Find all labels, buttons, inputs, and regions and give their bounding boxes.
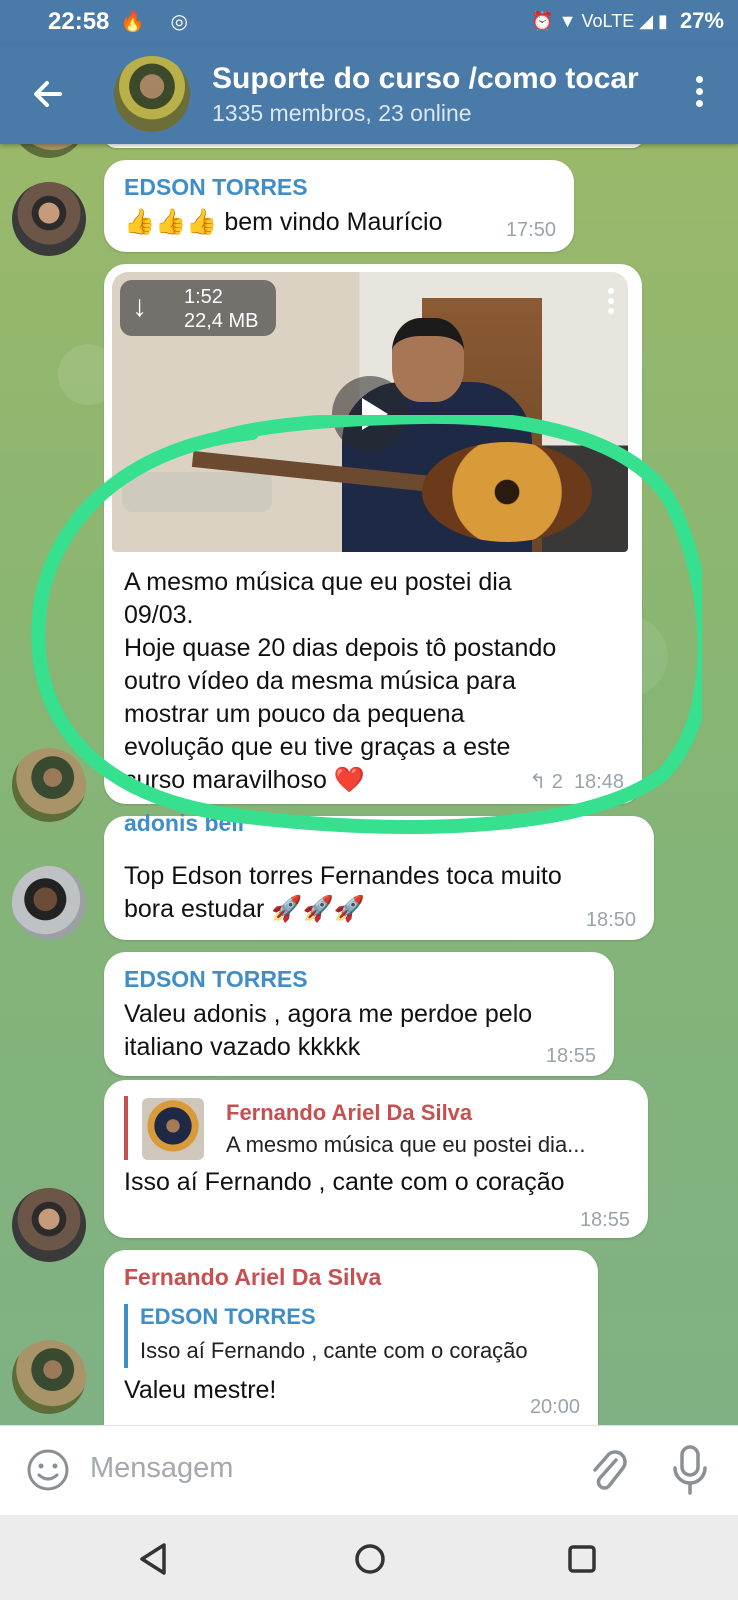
chat-messages[interactable]: EDSON TORRES 👍👍👍 bem vindo Maurício 17:5…	[0, 144, 738, 1425]
message-sender[interactable]: EDSON TORRES	[124, 174, 308, 201]
message-bubble-cut	[104, 144, 644, 148]
quote-text: A mesmo música que eu postei dia...	[226, 1132, 586, 1157]
quote-thumbnail	[142, 1098, 204, 1160]
message-line: curso maravilhoso ❤️	[124, 766, 365, 794]
microphone-icon[interactable]	[670, 1444, 710, 1496]
message-text: Top Edson torres Fernandes toca muito bo…	[124, 860, 562, 926]
message-line: A mesmo música que eu postei dia	[124, 568, 512, 596]
message-time: 18:48	[573, 771, 624, 793]
message-line: italiano vazado kkkkk	[124, 1033, 361, 1061]
video-menu-icon[interactable]	[608, 288, 614, 318]
play-icon[interactable]	[332, 376, 408, 452]
back-arrow-icon[interactable]	[28, 74, 68, 114]
status-bar: 22:58 🔥 ◎ ⏰ ▼ VoLTE ◢ ▮ 27%	[0, 0, 738, 46]
message-time: 20:00	[529, 1396, 580, 1418]
battery-percent: 27%	[679, 8, 724, 33]
message-text: 👍👍👍 bem vindo Maurício	[124, 208, 443, 236]
message-sender[interactable]: adonis bell	[124, 810, 244, 837]
video-scene-guitar	[422, 442, 592, 542]
message-text: A mesmo música que eu postei dia 09/03. …	[124, 566, 556, 797]
replies-count[interactable]: ↰ 2	[529, 771, 562, 793]
message-time: 18:55	[545, 1045, 596, 1067]
chat-title[interactable]: Suporte do curso /como tocar	[212, 62, 652, 96]
avatar[interactable]	[12, 144, 86, 158]
message-line: mostrar um pouco da pequena	[124, 700, 465, 728]
avatar[interactable]	[12, 182, 86, 256]
avatar[interactable]	[12, 866, 86, 940]
nav-back-icon[interactable]	[134, 1539, 174, 1579]
download-button[interactable]: ↓ 1:52 22,4 MB	[120, 280, 276, 336]
status-right: ⏰ ▼ VoLTE ◢ ▮ 27%	[531, 8, 724, 34]
message-meta: ↰ 2 18:48	[529, 769, 624, 794]
quote-text: Isso aí Fernando , cante com o coração	[140, 1338, 528, 1363]
avatar[interactable]	[12, 1340, 86, 1414]
message-sender[interactable]: EDSON TORRES	[124, 966, 308, 993]
message-time: 18:55	[579, 1209, 630, 1231]
message-line: Valeu adonis , agora me perdoe pelo	[124, 1000, 533, 1028]
message-line: outro vídeo da mesma música para	[124, 667, 516, 695]
video-scene-pillow	[122, 472, 272, 512]
avatar[interactable]	[12, 748, 86, 822]
quote-sender: EDSON TORRES	[140, 1304, 316, 1329]
message-text: Isso aí Fernando , cante com o coração	[124, 1168, 565, 1196]
message-bubble[interactable]: EDSON TORRES 👍👍👍 bem vindo Maurício 17:5…	[104, 160, 574, 252]
video-thumbnail[interactable]: ↓ 1:52 22,4 MB	[112, 272, 628, 552]
reply-message-bubble[interactable]: Fernando Ariel Da Silva A mesmo música q…	[104, 1080, 648, 1238]
message-sender[interactable]: Fernando Ariel Da Silva	[124, 1264, 381, 1291]
message-time: 18:50	[585, 909, 636, 931]
chat-subtitle: 1335 membros, 23 online	[212, 100, 472, 126]
reply-quote[interactable]: EDSON TORRES Isso aí Fernando , cante co…	[124, 1304, 584, 1368]
message-line: evolução que eu tive graças a este	[124, 733, 511, 761]
message-input[interactable]: Mensagem	[90, 1452, 233, 1485]
message-line: Hoje quase 20 dias depois tô postando	[124, 634, 557, 662]
download-icon: ↓	[132, 290, 147, 323]
video-scene-head	[392, 318, 464, 402]
emoji-icon[interactable]	[26, 1448, 70, 1492]
video-message-bubble[interactable]: ↓ 1:52 22,4 MB A mesmo música que eu pos…	[104, 264, 642, 804]
video-duration: 1:52	[184, 286, 223, 308]
reply-message-bubble[interactable]: Fernando Ariel Da Silva EDSON TORRES Iss…	[104, 1250, 598, 1425]
message-line: Top Edson torres Fernandes toca muito	[124, 862, 562, 890]
message-text: Valeu adonis , agora me perdoe pelo ital…	[124, 998, 532, 1064]
message-bubble[interactable]: adonis bell Top Edson torres Fernandes t…	[104, 810, 654, 940]
quote-sender: Fernando Ariel Da Silva	[226, 1100, 473, 1125]
status-time: 22:58	[48, 8, 110, 35]
status-notification-icons: 🔥 ◎	[120, 11, 198, 33]
more-options-icon[interactable]	[694, 76, 704, 112]
message-line: 09/03.	[124, 601, 194, 629]
group-avatar[interactable]	[114, 56, 190, 132]
status-system-icons: ⏰ ▼ VoLTE ◢ ▮	[531, 10, 668, 31]
message-bubble[interactable]: EDSON TORRES Valeu adonis , agora me per…	[104, 952, 614, 1076]
attach-icon[interactable]	[586, 1446, 630, 1494]
message-time: 17:50	[505, 219, 556, 241]
nav-recents-icon[interactable]	[562, 1539, 602, 1579]
message-input-bar: Mensagem	[0, 1425, 738, 1515]
chat-header: Suporte do curso /como tocar 1335 membro…	[0, 46, 738, 144]
nav-home-icon[interactable]	[350, 1539, 390, 1579]
android-nav-bar	[0, 1515, 738, 1600]
avatar[interactable]	[12, 1188, 86, 1262]
message-line: bora estudar 🚀🚀🚀	[124, 895, 365, 923]
message-text: Valeu mestre!	[124, 1376, 277, 1404]
video-size: 22,4 MB	[184, 310, 259, 332]
